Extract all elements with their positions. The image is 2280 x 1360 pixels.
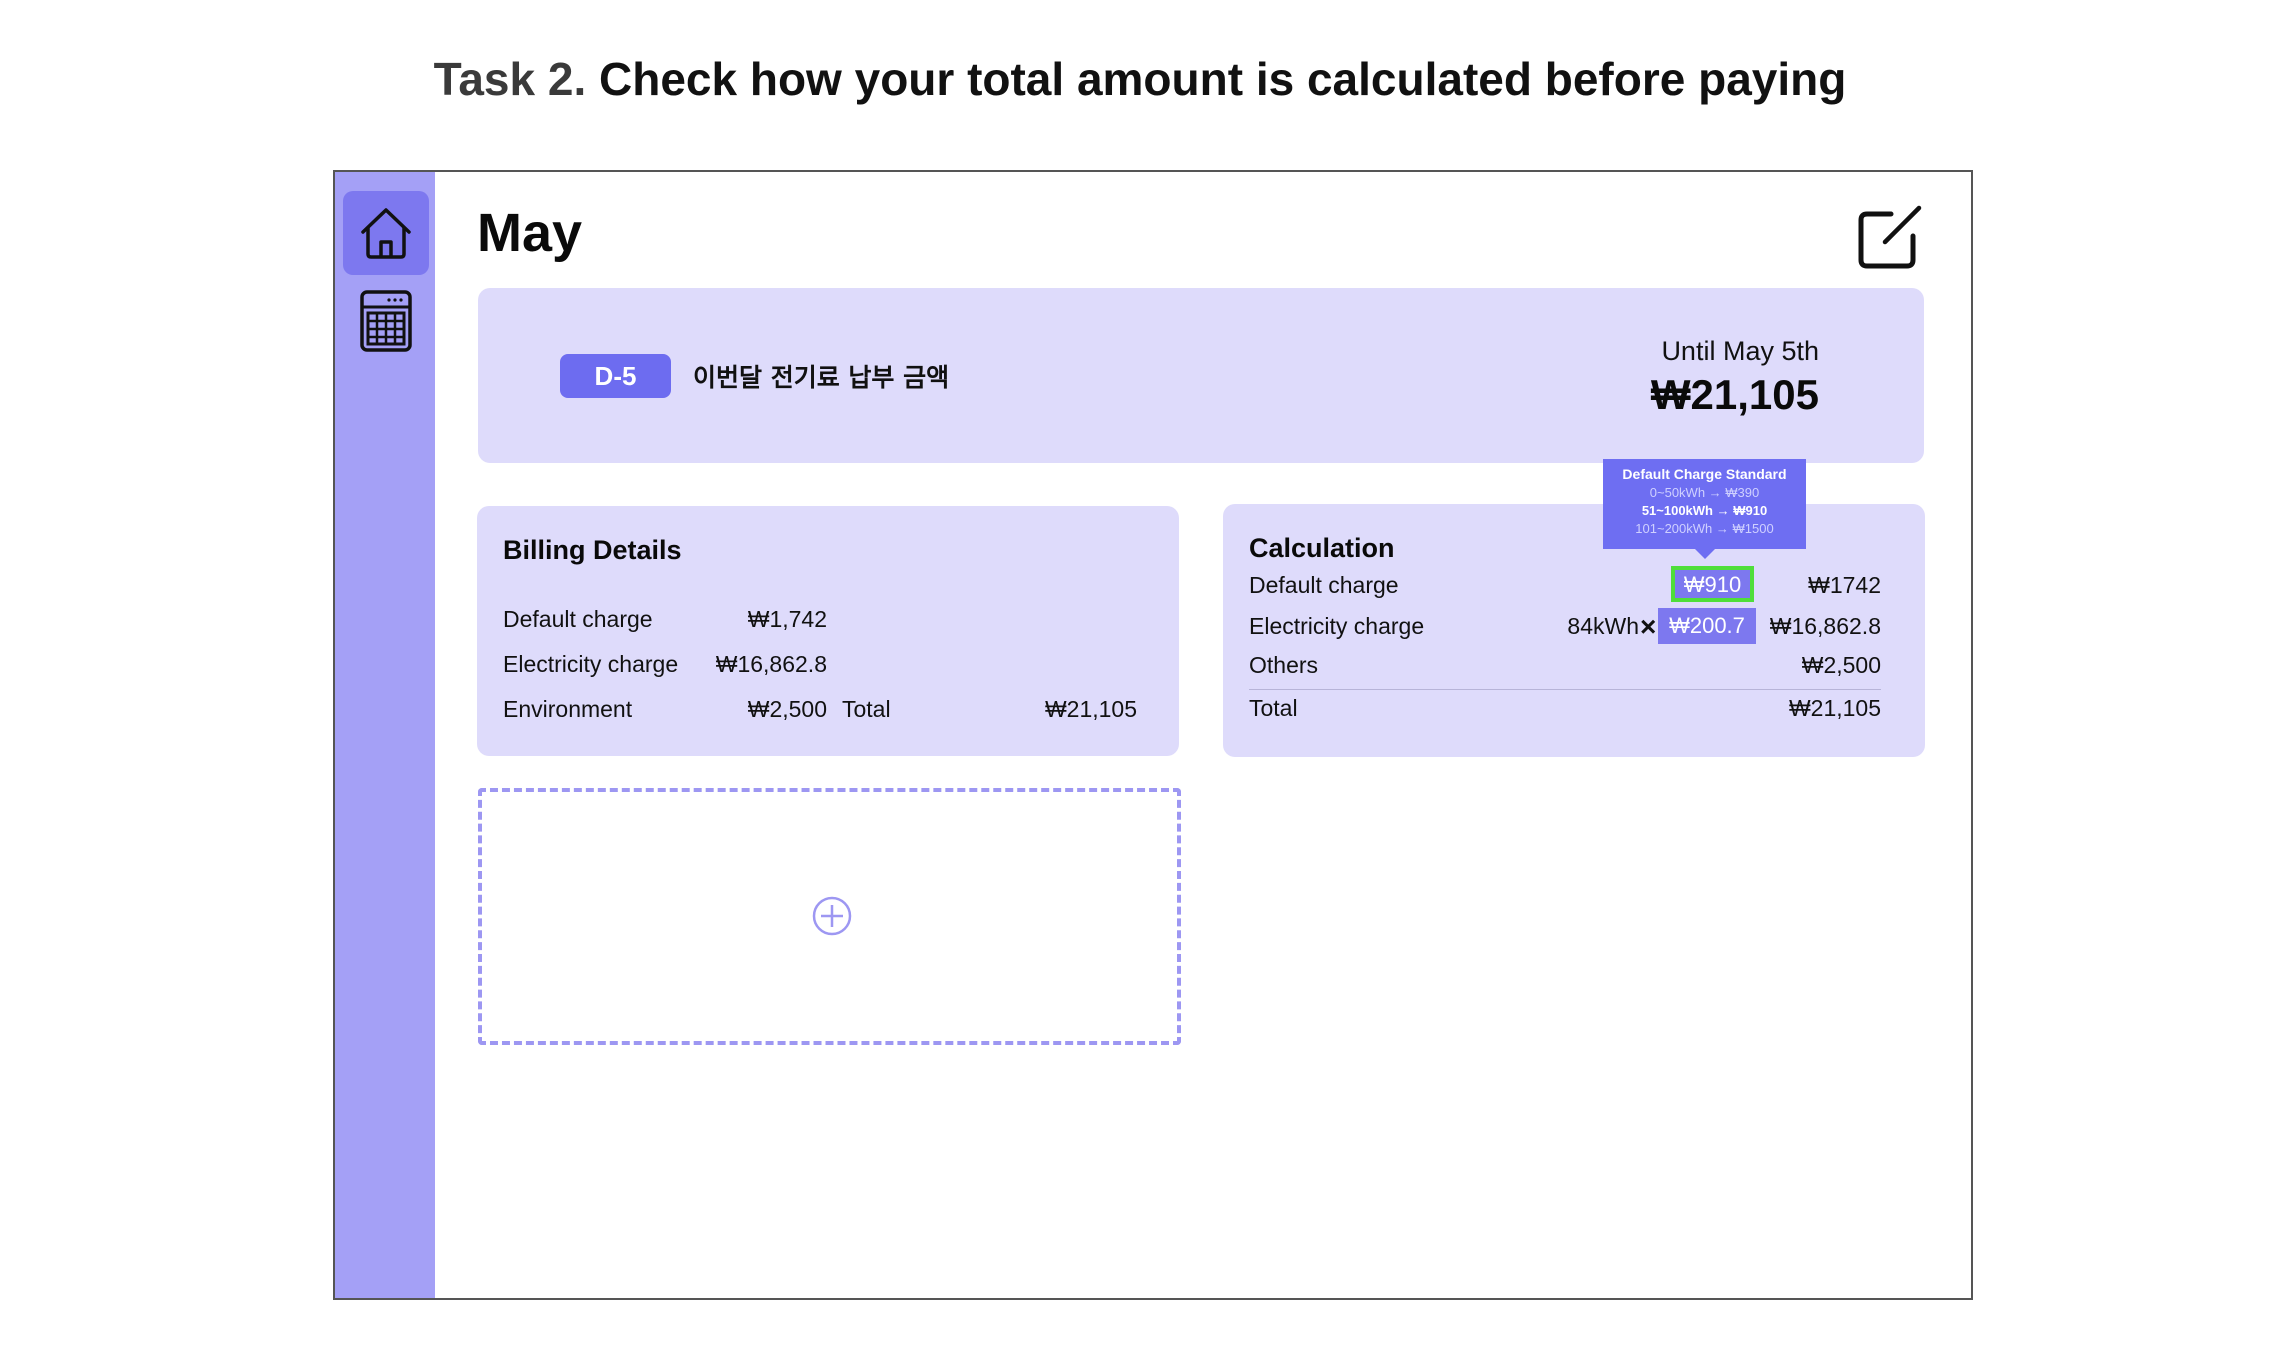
dday-badge: D-5: [560, 354, 671, 398]
billing-row-label: Default charge: [503, 606, 653, 632]
calc-total-value: ₩21,105: [1788, 695, 1881, 721]
billing-details-card[interactable]: Billing Details Default charge ₩1,742 El…: [477, 506, 1179, 756]
electricity-usage: 84kWh: [1567, 613, 1639, 639]
app-window: May D-5 이번달 전기료 납부 금액 Until May 5th ₩21,…: [333, 170, 1973, 1300]
divider: [1249, 689, 1881, 690]
edit-icon: [1858, 205, 1922, 269]
edit-button[interactable]: [1855, 202, 1925, 272]
billing-row-value: ₩2,500: [747, 696, 827, 722]
add-widget-area[interactable]: [478, 788, 1181, 1045]
calculation-title: Calculation: [1249, 533, 1395, 563]
billing-total-label: Total: [842, 696, 891, 722]
billing-row-label: Electricity charge: [503, 651, 679, 677]
sidebar: [335, 172, 435, 1298]
default-rate-chip[interactable]: ₩910: [1671, 566, 1754, 602]
task-prefix: Task 2.: [433, 53, 587, 105]
tooltip-line: 0~50kWh → ₩390: [1649, 485, 1760, 500]
page-title: May: [477, 203, 583, 263]
plus-circle-icon[interactable]: [810, 894, 854, 938]
billing-row-value: ₩16,862.8: [715, 651, 827, 677]
billing-row-label: Environment: [503, 696, 633, 722]
calculator-icon: [360, 290, 412, 352]
task-text: Check how your total amount is calculate…: [599, 53, 1847, 105]
calc-total-label: Total: [1249, 695, 1298, 721]
calc-others-value: ₩2,500: [1801, 652, 1881, 678]
multiply-sign: ×: [1640, 611, 1657, 642]
due-date: Until May 5th: [1661, 336, 1819, 366]
electricity-rate-chip[interactable]: ₩200.7: [1658, 608, 1756, 644]
billing-row-value: ₩1,742: [747, 606, 827, 632]
sidebar-item-calculator[interactable]: [343, 279, 429, 363]
calc-others-label: Others: [1249, 652, 1319, 678]
sidebar-item-home[interactable]: [343, 191, 429, 275]
tooltip-title: Default Charge Standard: [1622, 466, 1787, 482]
billing-title: Billing Details: [503, 535, 682, 565]
default-charge-tooltip: Default Charge Standard 0~50kWh → ₩390 5…: [1603, 459, 1806, 559]
task-title: Task 2. Check how your total amount is c…: [0, 52, 2280, 106]
total-amount: ₩21,105: [1650, 371, 1819, 418]
payment-banner: D-5 이번달 전기료 납부 금액 Until May 5th ₩21,105: [478, 288, 1924, 463]
calc-electricity-label: Electricity charge: [1249, 613, 1425, 639]
tooltip-line: 101~200kWh → ₩1500: [1635, 521, 1774, 536]
calc-default-value: ₩1742: [1808, 572, 1881, 598]
tooltip-line-active: 51~100kWh → ₩910: [1641, 503, 1768, 518]
home-icon: [361, 208, 411, 259]
calc-default-label: Default charge: [1249, 572, 1399, 598]
calc-electricity-value: ₩16,862.8: [1769, 613, 1881, 639]
banner-label: 이번달 전기료 납부 금액: [693, 363, 950, 392]
billing-total-value: ₩21,105: [1044, 696, 1137, 722]
calculation-card: Calculation Default charge ₩910 ₩1742 El…: [1223, 504, 1925, 757]
